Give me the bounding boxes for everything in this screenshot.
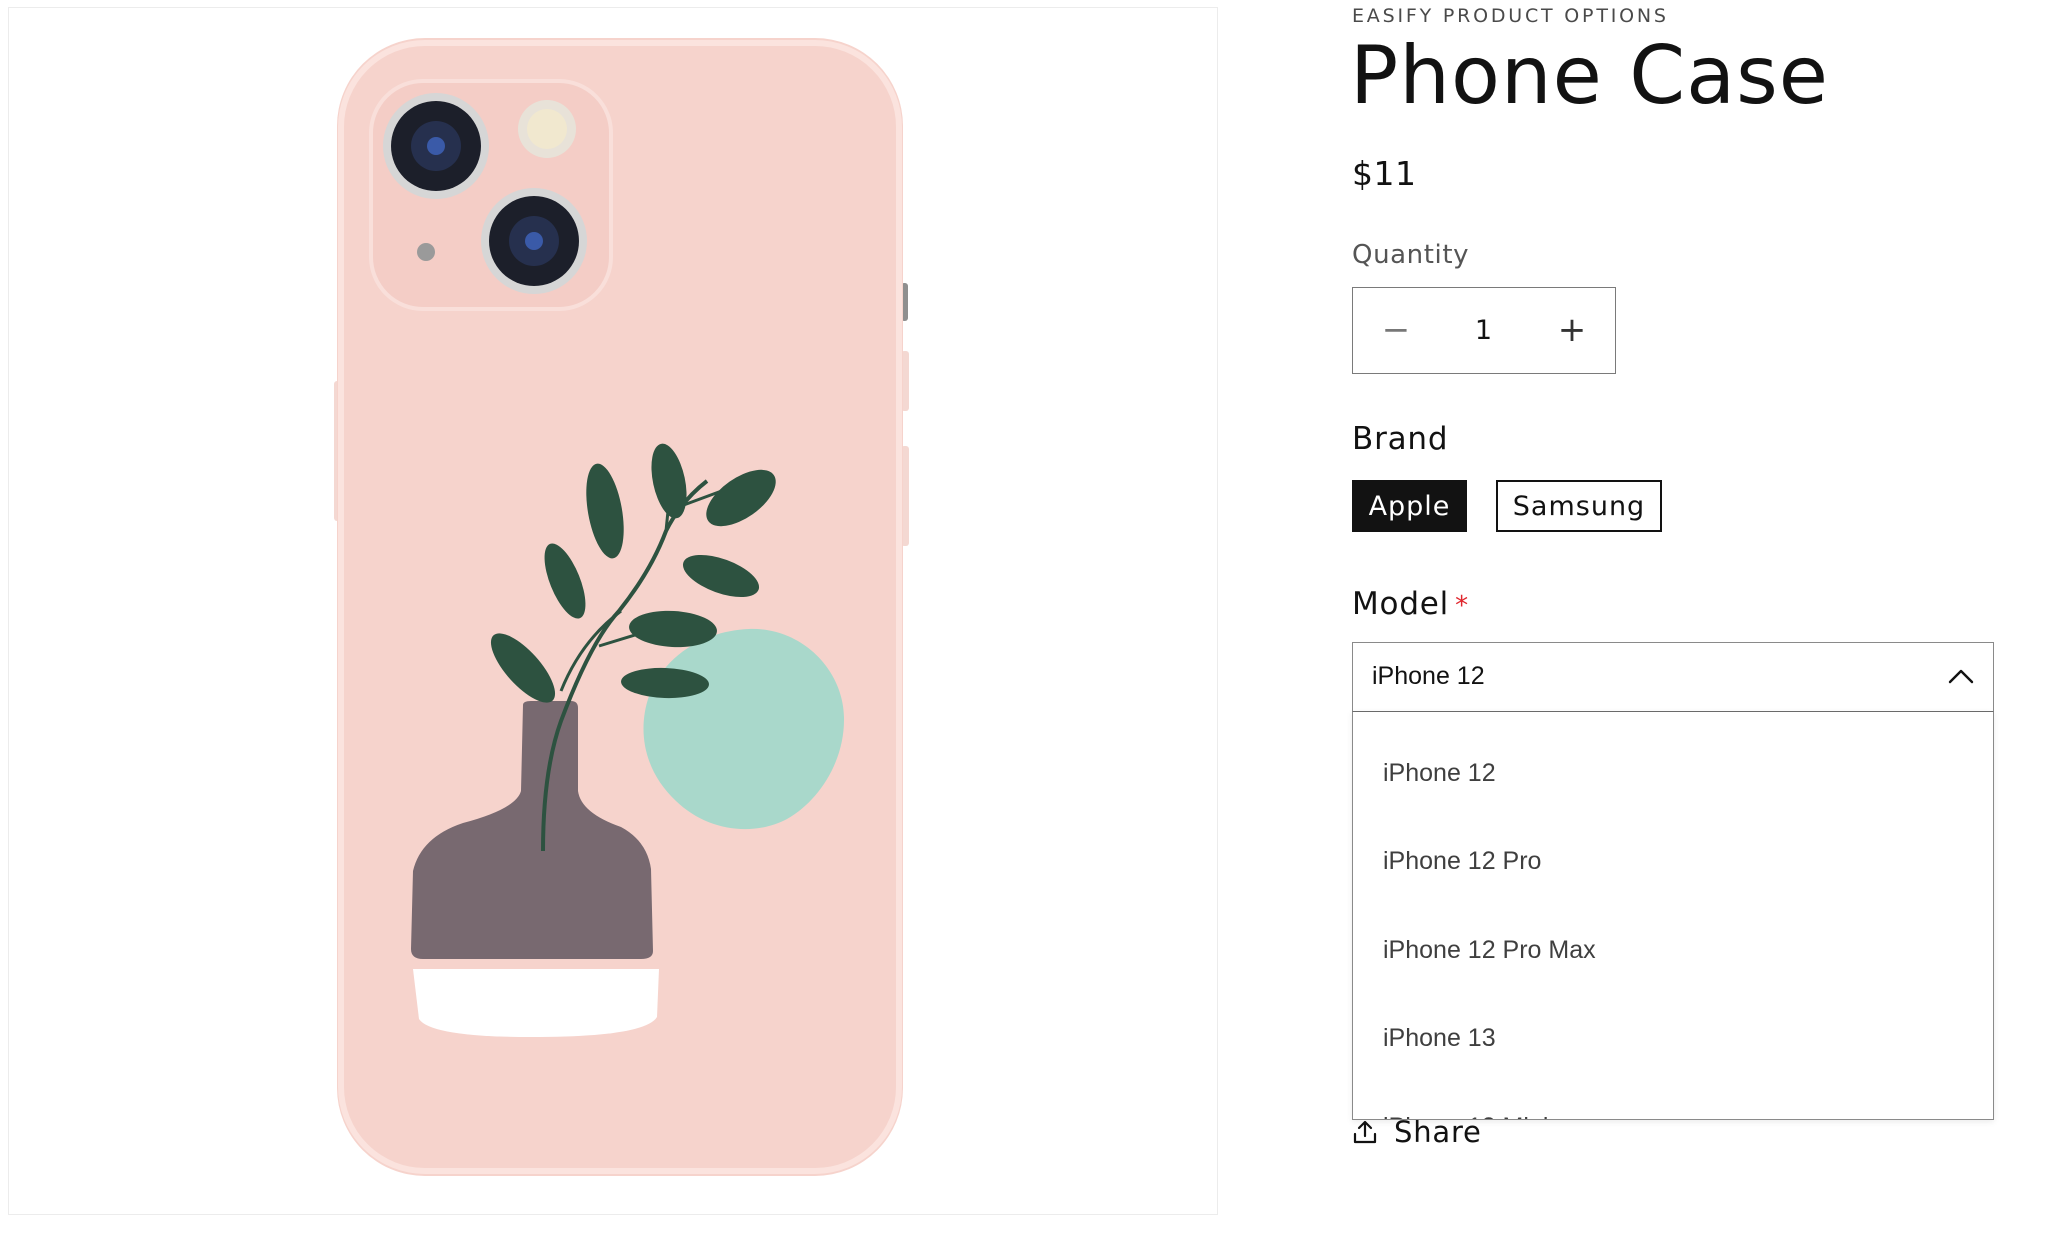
quantity-stepper: − 1 +	[1352, 287, 1616, 374]
model-dropdown-list: iPhone 12 iPhone 12 Pro iPhone 12 Pro Ma…	[1352, 711, 1994, 1120]
quantity-label: Quantity	[1352, 240, 1470, 270]
product-price: $11	[1352, 154, 1417, 193]
brand-label: Brand	[1352, 421, 1449, 457]
product-title: Phone Case	[1350, 29, 1830, 122]
quantity-decrease-button[interactable]: −	[1353, 288, 1439, 372]
model-label-text: Model	[1352, 586, 1450, 622]
product-image	[334, 38, 909, 1176]
chevron-up-icon	[1948, 669, 1974, 684]
model-select[interactable]: iPhone 12	[1352, 642, 1994, 712]
model-option[interactable]: iPhone 12 Pro Max	[1383, 930, 1596, 970]
model-option[interactable]: iPhone 13	[1383, 1018, 1496, 1058]
model-option[interactable]: iPhone 13 Mini	[1383, 1107, 1548, 1120]
model-select-value: iPhone 12	[1372, 662, 1485, 690]
product-image-frame[interactable]	[8, 7, 1218, 1215]
model-option[interactable]: iPhone 12 Pro	[1383, 841, 1541, 881]
quantity-increase-button[interactable]: +	[1529, 288, 1615, 372]
upload-share-icon	[1353, 1120, 1377, 1144]
model-option[interactable]: iPhone 12	[1383, 753, 1496, 793]
model-label: Model *	[1352, 586, 1469, 622]
quantity-input[interactable]: 1	[1439, 288, 1528, 372]
required-marker: *	[1455, 591, 1469, 621]
brand-option-samsung[interactable]: Samsung	[1496, 480, 1662, 532]
product-vendor: EASIFY PRODUCT OPTIONS	[1352, 5, 1669, 27]
brand-option-apple[interactable]: Apple	[1352, 480, 1467, 532]
share-label: Share	[1394, 1115, 1482, 1149]
